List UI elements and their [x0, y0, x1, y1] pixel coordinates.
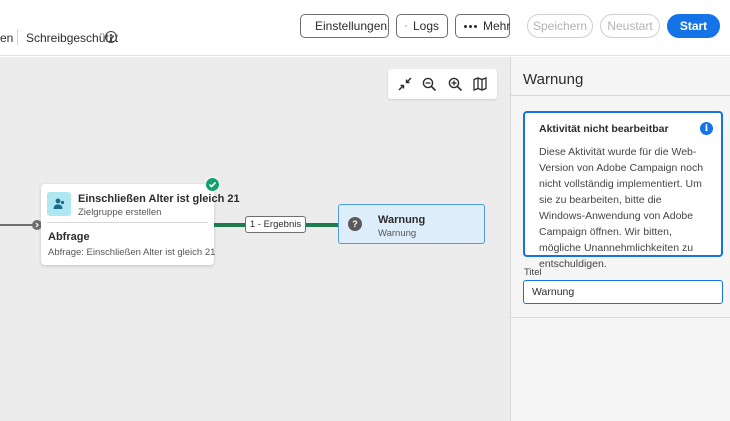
zoom-in-icon[interactable] [445, 74, 465, 94]
title-input[interactable] [523, 280, 723, 304]
more-icon [464, 24, 477, 28]
save-button[interactable]: Speichern [527, 14, 593, 38]
alert-title: Aktivität nicht bearbeitbar [539, 123, 669, 135]
incoming-edge [0, 224, 34, 226]
map-icon[interactable] [470, 74, 490, 94]
panel-title: Warnung [523, 71, 584, 88]
history-icon [405, 25, 407, 27]
transition-label[interactable]: 1 - Ergebnis [245, 216, 306, 233]
node-detail: Abfrage: Einschließen Alter ist gleich 2… [48, 247, 216, 258]
more-label: Mehr [483, 19, 511, 33]
warning-activity-node[interactable]: ? Warnung Warnung [338, 204, 485, 244]
node-divider [47, 222, 208, 223]
node-type: Abfrage [48, 231, 90, 243]
panel-divider [511, 95, 730, 96]
panel-divider [511, 317, 730, 318]
info-icon[interactable] [105, 31, 117, 43]
title-field-label: Titel [524, 267, 542, 278]
alert-body: Diese Aktivität wurde für die Web-Versio… [539, 146, 704, 270]
logs-button[interactable]: Logs [396, 14, 448, 38]
warning-node-title: Warnung [378, 214, 426, 226]
chevron-right-icon [35, 222, 39, 228]
node-title: Einschließen Alter ist gleich 21 [78, 193, 240, 205]
properties-panel: Warnung Aktivität nicht bearbeitbar Dies… [510, 57, 730, 421]
start-button[interactable]: Start [667, 14, 720, 38]
breadcrumb-item[interactable]: en [0, 31, 13, 45]
info-icon: i [700, 122, 713, 135]
info-alert: Aktivität nicht bearbeitbar Diese Aktivi… [523, 111, 723, 270]
settings-label: Einstellungen [315, 19, 388, 33]
question-icon: ? [348, 217, 362, 231]
restart-button[interactable]: Neustart [600, 14, 660, 38]
warning-node-subtitle: Warnung [378, 228, 417, 239]
breadcrumb-divider [17, 29, 18, 45]
success-check-icon [205, 177, 220, 192]
top-bar: en Schreibgeschützt Einstellungen Logs M… [0, 0, 730, 56]
audience-icon [47, 192, 71, 216]
zoom-toolbar [388, 69, 497, 99]
settings-button[interactable]: Einstellungen [300, 14, 389, 38]
logs-label: Logs [412, 19, 439, 33]
collapse-icon[interactable] [395, 74, 415, 94]
zoom-out-icon[interactable] [420, 74, 440, 94]
more-button[interactable]: Mehr [455, 14, 510, 38]
query-activity-node[interactable]: Einschließen Alter ist gleich 21 Zielgru… [41, 184, 240, 265]
node-subtitle: Zielgruppe erstellen [78, 207, 162, 218]
